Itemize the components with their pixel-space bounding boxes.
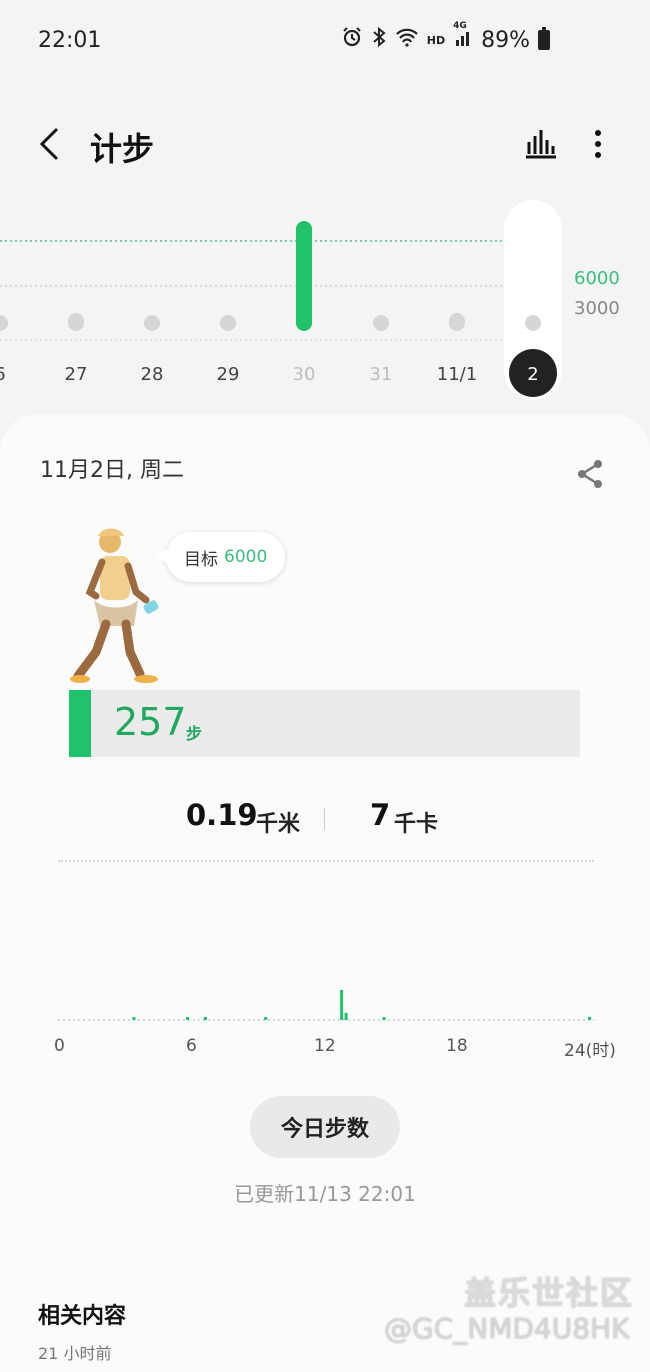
- hour-tick-0: 0: [54, 1036, 65, 1056]
- day-label: 30: [293, 364, 316, 385]
- share-icon: [578, 460, 602, 488]
- day-bar: [296, 221, 312, 331]
- page-title: 计步: [90, 130, 155, 168]
- goal-value: 6000: [224, 547, 268, 567]
- more-options-button[interactable]: [588, 126, 608, 162]
- day-label: 29: [217, 364, 240, 385]
- status-time: 22:01: [38, 28, 102, 53]
- hourly-bar: [588, 1017, 592, 1020]
- hourly-chart-top-line: [58, 860, 594, 862]
- bar-chart-icon: [526, 130, 556, 159]
- hourly-bar: [340, 990, 344, 1020]
- hourly-bar: [344, 1012, 348, 1020]
- day-label: 2: [527, 364, 538, 385]
- updated-time: 已更新11/13 22:01: [234, 1182, 416, 1206]
- calories-unit: 千卡: [394, 812, 439, 837]
- hour-tick-12: 12: [314, 1036, 336, 1056]
- day-label: 27: [65, 364, 88, 385]
- day-bar: [525, 315, 541, 331]
- hourly-steps-chart: [58, 990, 594, 1021]
- mid-line-label: 3000: [574, 298, 620, 319]
- distance-value: 0.19: [186, 798, 258, 832]
- day-label: 6: [0, 364, 6, 385]
- calories-value: 7: [370, 798, 391, 832]
- back-button[interactable]: [36, 124, 64, 164]
- hd-badge: HD: [426, 33, 446, 47]
- hour-tick-6: 6: [186, 1036, 197, 1056]
- status-icons: HD 4G 89%: [341, 21, 550, 54]
- hourly-bar: [132, 1017, 136, 1020]
- battery-percent: 89%: [481, 27, 530, 53]
- network-type-label: 4G: [453, 21, 467, 31]
- day-label: 28: [141, 364, 164, 385]
- day-bar: [0, 315, 8, 331]
- goal-bubble: 目标 6000: [155, 532, 286, 582]
- walker-illustration: [70, 528, 159, 683]
- hour-tick-24: 24(时): [564, 1041, 616, 1061]
- battery-icon: [538, 27, 550, 50]
- hourly-bar: [186, 1017, 190, 1020]
- wifi-icon: [395, 27, 419, 53]
- more-vertical-icon: [595, 130, 601, 158]
- watermark-site: 盖乐世社区: [464, 1274, 635, 1312]
- day-label: 31: [370, 364, 393, 385]
- distance-unit: 千米: [256, 812, 301, 837]
- bluetooth-icon: [371, 26, 387, 54]
- alarm-icon: [341, 26, 363, 54]
- day-bar: [68, 313, 84, 331]
- stat-divider: [324, 808, 325, 830]
- today-steps-button[interactable]: 今日步数: [250, 1096, 400, 1158]
- step-count: 257: [114, 700, 187, 744]
- goal-prefix: 目标: [184, 549, 218, 570]
- related-content-time: 21 小时前: [38, 1344, 112, 1363]
- watermark-user: @GC_NMD4U8HK: [384, 1312, 630, 1345]
- goal-line-label: 6000: [574, 268, 620, 289]
- day-bar: [373, 315, 389, 331]
- hourly-bar: [203, 1017, 207, 1020]
- hourly-bar: [382, 1017, 386, 1020]
- day-bar: [220, 315, 236, 331]
- share-button[interactable]: [576, 458, 604, 490]
- day-bar: [144, 315, 160, 331]
- step-unit: 步: [186, 724, 203, 743]
- day-label: 11/1: [437, 364, 477, 385]
- related-content-title: 相关内容: [38, 1304, 127, 1329]
- steps-progress-fill: [69, 690, 91, 757]
- selected-date: 11月2日, 周二: [40, 458, 184, 483]
- signal-icon: 4G: [453, 21, 473, 53]
- trends-button[interactable]: [524, 126, 556, 160]
- hour-tick-18: 18: [446, 1036, 468, 1056]
- day-bar: [449, 313, 465, 331]
- chevron-left-icon: [39, 128, 58, 160]
- weekly-steps-chart[interactable]: 6 27 28 29 30 31 11/1 2: [0, 195, 650, 410]
- hourly-bar: [264, 1017, 268, 1020]
